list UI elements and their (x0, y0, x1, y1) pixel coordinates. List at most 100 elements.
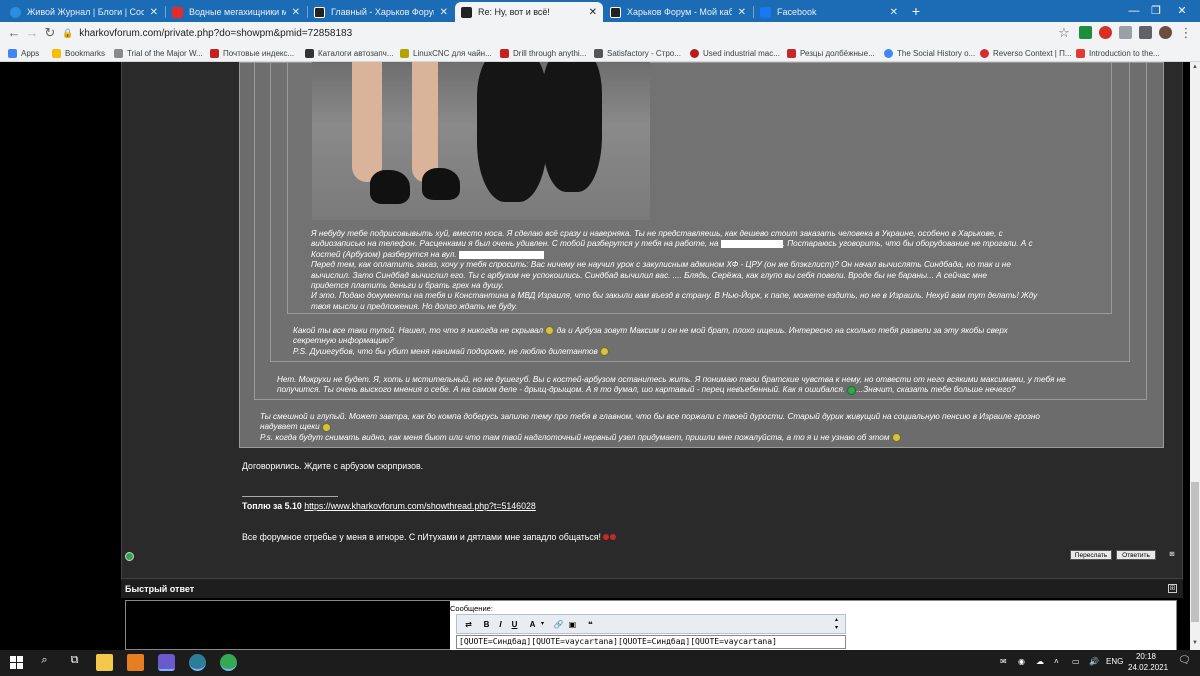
switch-mode-icon[interactable]: ⇄ (463, 619, 474, 630)
close-icon[interactable]: ✕ (292, 7, 300, 18)
tab-kharkovforum-cabinet[interactable]: Харьков Форум - Мой кабинет ✕ (604, 2, 752, 22)
underline-button[interactable]: U (509, 619, 520, 630)
close-icon[interactable]: ✕ (440, 7, 448, 18)
app-icon[interactable] (127, 654, 144, 671)
chevron-down-icon[interactable]: ▾ (831, 623, 842, 634)
bookmark-apps[interactable]: Apps (8, 46, 39, 60)
bookmark-item[interactable]: Drill through anythi... (500, 46, 586, 60)
doc-icon (114, 48, 123, 58)
tab-active-pm[interactable]: Re: Ну, вот и всё! ✕ (455, 2, 603, 22)
avatar[interactable] (1159, 26, 1172, 39)
bookmark-item[interactable]: Reverso Context | П... (980, 46, 1072, 60)
bookmark-item[interactable]: LinuxCNC для чайн... (400, 46, 492, 60)
quote-text-level-3: Какой ты все таки тупой. Нашел, то что я… (293, 326, 1008, 357)
back-button[interactable]: ← (6, 25, 22, 41)
file-explorer-icon[interactable] (96, 654, 113, 671)
quick-reply-title: Быстрый ответ (125, 584, 195, 594)
lock-icon: 🔒 (62, 27, 74, 38)
bookmark-item[interactable]: Почтовые индекс... (210, 46, 294, 60)
bookmark-item[interactable]: Каталоги автозапч... (305, 46, 394, 60)
collapse-icon[interactable]: ⊞ (1168, 584, 1177, 593)
forward-button[interactable]: Переслать (1070, 550, 1112, 560)
windows-start-icon[interactable] (8, 654, 25, 671)
apps-icon (8, 48, 17, 58)
network-icon[interactable]: ▭ (1072, 657, 1080, 666)
extension-icon[interactable] (1099, 26, 1112, 39)
task-view-icon[interactable]: ⧉ (66, 654, 83, 671)
editor-toolbar: ⇄ B I U A ▾ 🔗 ▣ ❝ ▴ ▾ (456, 614, 846, 634)
quote-text-level-2: Нет. Мокрухи не будет. Я, хоть и мстител… (277, 375, 1066, 395)
tab-facebook[interactable]: Facebook ✕ (754, 2, 904, 22)
italic-button[interactable]: I (495, 619, 506, 630)
tray-app-icon[interactable]: ✉ (1000, 657, 1007, 666)
web-page: Я небуду тебе подрисовывыть хуй, вместо … (0, 62, 1190, 650)
quote-icon[interactable]: ❝ (585, 619, 596, 630)
tray-app-icon[interactable]: ◉ (1018, 657, 1025, 666)
reply-button[interactable]: Ответить (1116, 550, 1156, 560)
tool-icon (787, 48, 796, 58)
extension-icon[interactable] (1119, 26, 1132, 39)
multiquote-icon[interactable]: ⊞ (1167, 550, 1177, 560)
search-icon[interactable]: ⌕ (36, 654, 53, 671)
forward-button[interactable]: → (24, 25, 40, 41)
tray-app-icon[interactable]: ☁ (1036, 657, 1044, 666)
bookmark-item[interactable]: Used industrial mac... (690, 46, 780, 60)
quote-text-level-1: Ты смешной и глупый. Может завтра, как д… (260, 412, 1040, 443)
scroll-down-icon[interactable]: ▼ (1191, 640, 1199, 648)
smiley-icon (891, 433, 901, 443)
viber-icon[interactable] (158, 654, 175, 671)
message-textarea[interactable]: [QUOTE=Синдбад][QUOTE=vaycartana][QUOTE=… (456, 635, 846, 649)
browser-toolbar: ← → ↻ 🔒 kharkovforum.com/private.php?do=… (0, 22, 1200, 44)
bookmark-item[interactable]: Резцы долбёжные... (787, 46, 875, 60)
doc-icon (1076, 48, 1085, 58)
reload-button[interactable]: ↻ (42, 25, 58, 41)
blocked-icon (690, 48, 699, 58)
drill-icon (500, 48, 509, 58)
scroll-up-icon[interactable]: ▲ (1191, 64, 1199, 72)
image-icon[interactable]: ▣ (567, 619, 578, 630)
bookmark-item[interactable]: Satisfactory - Стро... (594, 46, 681, 60)
signature-link[interactable]: https://www.kharkovforum.com/showthread.… (304, 501, 536, 511)
redacted-block (458, 250, 544, 259)
close-icon[interactable]: ✕ (738, 7, 746, 18)
cherries-icon (603, 532, 617, 541)
chevron-up-icon[interactable]: ˄ (1054, 657, 1059, 666)
chevron-down-icon[interactable]: ▾ (537, 619, 548, 630)
online-status-icon (125, 552, 134, 561)
notifications-icon[interactable]: 🗨 (1178, 655, 1191, 666)
url-text: kharkovforum.com/private.php?do=showpm&p… (79, 27, 353, 39)
extension-icon[interactable] (1139, 26, 1152, 39)
link-icon[interactable]: 🔗 (553, 619, 564, 630)
clock[interactable]: 20:18 24.02.2021 (1128, 652, 1168, 672)
tab-youtube[interactable]: Водные мегахищники мезозоя ✕ (166, 2, 306, 22)
mail-icon (210, 48, 219, 58)
app-icon[interactable] (189, 654, 206, 671)
close-icon[interactable]: ✕ (890, 7, 898, 18)
volume-icon[interactable]: 🔊 (1089, 657, 1099, 666)
close-window-button[interactable]: ✕ (1160, 0, 1200, 22)
signature-line: Топлю за 5.10 https://www.kharkovforum.c… (242, 501, 536, 511)
photo-leg (352, 62, 382, 182)
bookmark-item[interactable]: The Social History o... (884, 46, 975, 60)
page-margin (0, 62, 121, 650)
language-indicator[interactable]: ENG (1106, 657, 1123, 666)
smiley-icon (600, 347, 610, 357)
close-icon[interactable]: ✕ (150, 7, 158, 18)
star-icon[interactable]: ☆ (1056, 25, 1072, 41)
livejournal-favicon-icon (10, 6, 21, 18)
scroll-thumb[interactable] (1191, 482, 1199, 622)
tab-title: Facebook (777, 7, 817, 17)
page-scrollbar[interactable]: ▲ ▼ (1190, 62, 1200, 650)
bookmark-item[interactable]: Trial of the Major W... (114, 46, 203, 60)
tab-kharkovforum-main[interactable]: Главный - Харьков Форум ✕ (308, 2, 454, 22)
new-tab-button[interactable]: + (908, 3, 924, 19)
bold-button[interactable]: B (481, 619, 492, 630)
close-icon[interactable]: ✕ (589, 7, 597, 18)
bookmark-item[interactable]: Bookmarks (52, 46, 105, 60)
address-bar[interactable]: 🔒 kharkovforum.com/private.php?do=showpm… (62, 24, 1062, 42)
chrome-icon[interactable] (220, 654, 237, 671)
extension-icon[interactable] (1079, 26, 1092, 39)
bookmark-item[interactable]: Introduction to the... (1076, 46, 1160, 60)
menu-icon[interactable]: ⋮ (1178, 25, 1194, 41)
tab-livejournal[interactable]: Живой Журнал | Блоги | Сообщ ✕ (4, 2, 164, 22)
